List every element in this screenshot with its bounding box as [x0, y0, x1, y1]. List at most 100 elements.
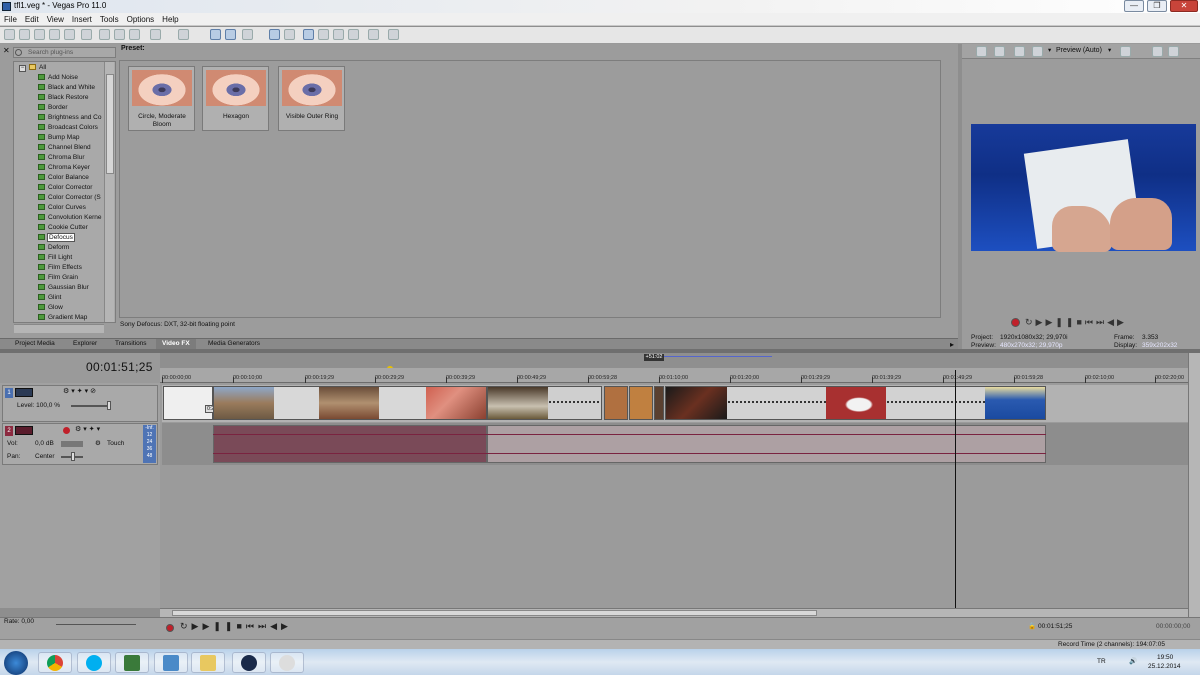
copy-icon[interactable]: [114, 29, 125, 40]
plugin-item[interactable]: Add Noise: [38, 73, 106, 83]
menu-options[interactable]: Options: [123, 13, 159, 26]
plugin-item[interactable]: Convolution Kerne: [38, 213, 106, 223]
plugin-item[interactable]: Border: [38, 103, 106, 113]
undo-icon[interactable]: [150, 29, 161, 40]
preset-card[interactable]: Visible Outer Ring: [278, 66, 345, 131]
external-monitor-icon[interactable]: [994, 46, 1005, 57]
chrome-taskbar-icon[interactable]: [38, 652, 72, 673]
plugin-item[interactable]: Black and White: [38, 83, 106, 93]
plugin-item[interactable]: Brightness and Co: [38, 113, 106, 123]
whats-this-icon[interactable]: [388, 29, 399, 40]
video-event[interactable]: [163, 386, 213, 420]
zoom-tool-icon[interactable]: [348, 29, 359, 40]
menu-file[interactable]: File: [0, 13, 21, 26]
online-help-icon[interactable]: [368, 29, 379, 40]
save-icon[interactable]: [34, 29, 45, 40]
close-button[interactable]: ✕: [1170, 0, 1198, 12]
plugin-item[interactable]: Glow: [38, 303, 106, 313]
preview-properties-icon[interactable]: [976, 46, 987, 57]
game-taskbar-icon[interactable]: [270, 652, 304, 673]
track-fx-icons[interactable]: ⚙▾✦▾⊘: [63, 388, 98, 396]
plugin-item[interactable]: Color Corrector (S: [38, 193, 106, 203]
plugin-item[interactable]: Film Grain: [38, 273, 106, 283]
video-event[interactable]: [604, 386, 628, 420]
plugin-item[interactable]: Channel Blend: [38, 143, 106, 153]
clock-time[interactable]: 19:50: [1157, 654, 1173, 662]
folder-taskbar-icon[interactable]: [191, 652, 225, 673]
transport-buttons[interactable]: ↻▶▶❚❚■⏮⏭◀▶: [180, 621, 292, 632]
search-input[interactable]: Search plug-ins: [13, 47, 116, 58]
close-panel-icon[interactable]: ✕: [3, 46, 11, 55]
envelope-tool-icon[interactable]: [318, 29, 329, 40]
plugin-item[interactable]: Chroma Keyer: [38, 163, 106, 173]
menu-tools[interactable]: Tools: [96, 13, 123, 26]
video-event[interactable]: [629, 386, 653, 420]
scroll-thumb[interactable]: [172, 610, 817, 616]
automation-mode[interactable]: Touch: [107, 440, 124, 448]
maximize-button[interactable]: ❐: [1147, 0, 1167, 12]
start-button[interactable]: [4, 651, 28, 675]
split-screen-icon[interactable]: [1032, 46, 1043, 57]
save-as-icon[interactable]: [49, 29, 60, 40]
plugin-item[interactable]: Glint: [38, 293, 106, 303]
plugin-item[interactable]: Cookie Cutter: [38, 223, 106, 233]
lock-envelopes-icon[interactable]: [269, 29, 280, 40]
tab-explorer[interactable]: Explorer: [67, 339, 103, 349]
normal-edit-tool-icon[interactable]: [303, 29, 314, 40]
plugin-item[interactable]: Gaussian Blur: [38, 283, 106, 293]
preset-card[interactable]: Circle, Moderate Bloom: [128, 66, 195, 131]
record-icon[interactable]: [1011, 318, 1020, 327]
preset-card[interactable]: Hexagon: [202, 66, 269, 131]
minimize-button[interactable]: —: [1124, 0, 1144, 12]
ignore-grouping-icon[interactable]: [284, 29, 295, 40]
network-taskbar-icon[interactable]: [154, 652, 188, 673]
volume-icon[interactable]: 🔊: [1129, 658, 1137, 666]
plugin-item[interactable]: Color Curves: [38, 203, 106, 213]
timeline-vertical-scrollbar[interactable]: [1188, 353, 1200, 617]
timeline-horizontal-scrollbar[interactable]: [160, 608, 1188, 617]
plugin-item[interactable]: Film Effects: [38, 263, 106, 273]
audio-track-icons[interactable]: ⚙▾✦▾: [75, 426, 102, 434]
skype-taskbar-icon[interactable]: [77, 652, 111, 673]
auto-crossfade-icon[interactable]: [225, 29, 236, 40]
redo-icon[interactable]: [178, 29, 189, 40]
arm-record-icon[interactable]: [63, 427, 70, 434]
plugin-item[interactable]: Fill Light: [38, 253, 106, 263]
plugin-item[interactable]: Chroma Blur: [38, 153, 106, 163]
gear-icon[interactable]: ⚙: [95, 440, 101, 448]
plugin-item[interactable]: Gradient Map: [38, 313, 106, 322]
menu-help[interactable]: Help: [158, 13, 182, 26]
tab-video-fx[interactable]: Video FX: [156, 339, 196, 349]
new-file-icon[interactable]: [4, 29, 15, 40]
properties-icon[interactable]: [81, 29, 92, 40]
language-indicator[interactable]: TR: [1097, 658, 1106, 666]
render-icon[interactable]: [64, 29, 75, 40]
tab-transitions[interactable]: Transitions: [109, 339, 153, 349]
plugin-item[interactable]: Defocus: [38, 233, 106, 243]
fx-icon[interactable]: [1014, 46, 1025, 57]
cut-icon[interactable]: [99, 29, 110, 40]
menu-edit[interactable]: Edit: [21, 13, 43, 26]
volume-slider[interactable]: [61, 441, 83, 447]
selection-tool-icon[interactable]: [333, 29, 344, 40]
region-marker[interactable]: +51:02: [644, 354, 664, 361]
preview-transport-icons[interactable]: ↻▶▶❚❚■⏮⏭◀▶: [1025, 318, 1127, 327]
playhead-cursor[interactable]: [955, 370, 956, 608]
menu-insert[interactable]: Insert: [68, 13, 96, 26]
clock-date[interactable]: 25.12.2014: [1148, 663, 1181, 671]
tree-root[interactable]: All: [29, 63, 97, 73]
audio-event[interactable]: [487, 425, 1046, 463]
overlays-icon[interactable]: [1120, 46, 1131, 57]
snapping-icon[interactable]: [210, 29, 221, 40]
chevron-right-icon[interactable]: ▸: [950, 340, 954, 349]
level-slider[interactable]: [71, 405, 111, 407]
record-button[interactable]: [166, 624, 174, 632]
tree-scrollbar[interactable]: [104, 62, 114, 322]
preview-quality-dropdown[interactable]: Preview (Auto): [1056, 47, 1102, 55]
tab-media-generators[interactable]: Media Generators: [202, 339, 266, 349]
paste-icon[interactable]: [129, 29, 140, 40]
open-file-icon[interactable]: [19, 29, 30, 40]
plugin-item[interactable]: Color Corrector: [38, 183, 106, 193]
tree-horizontal-scrollbar[interactable]: [14, 324, 104, 333]
copy-snapshot-icon[interactable]: [1152, 46, 1163, 57]
